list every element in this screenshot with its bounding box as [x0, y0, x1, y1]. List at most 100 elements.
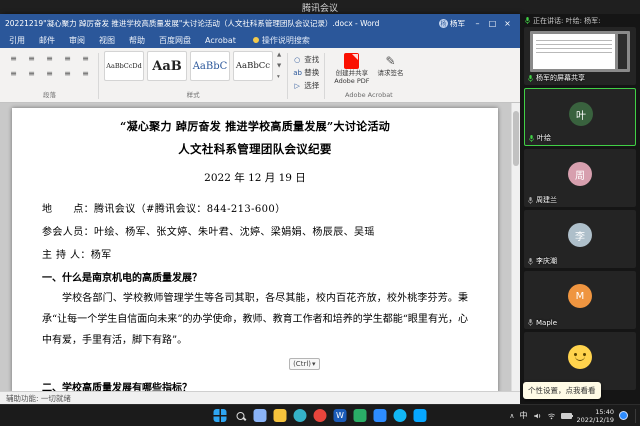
qq-icon[interactable] [394, 409, 407, 422]
group-separator [324, 53, 325, 99]
participant-avatar: M [568, 284, 592, 308]
edge-icon[interactable] [294, 409, 307, 422]
file-explorer-icon[interactable] [274, 409, 287, 422]
lightbulb-icon [253, 37, 259, 43]
gallery-up-icon[interactable]: ▲ [277, 52, 281, 58]
tencent-meeting-icon[interactable] [374, 409, 387, 422]
speaker-icon [527, 74, 534, 83]
document-page[interactable]: “凝心聚力 踔厉奋发 推进学校高质量发展”大讨论活动 人文社科系管理团队会议纪要… [12, 108, 498, 391]
meeting-window-title: 腾讯会议 [302, 1, 338, 14]
numbering-icon[interactable]: ≡ [24, 52, 39, 65]
minimize-button[interactable]: – [470, 19, 485, 28]
tell-me-search[interactable]: 操作说明搜索 [253, 35, 310, 46]
style-sample-heading1[interactable]: AaB [147, 51, 187, 81]
tab-mailings[interactable]: 邮件 [32, 32, 62, 48]
participant-tile-yehui[interactable]: 叶 叶绘 [524, 88, 636, 146]
participant-tile-liqingchao[interactable]: 李 李庆潮 [524, 210, 636, 268]
tab-help[interactable]: 帮助 [122, 32, 152, 48]
personalization-tooltip[interactable]: 个性设置，点我看看 [523, 382, 601, 399]
ime-indicator[interactable]: 中 [520, 410, 528, 421]
align-right-icon[interactable]: ≡ [42, 67, 57, 80]
tab-baidu-netdisk[interactable]: 百度网盘 [152, 32, 198, 48]
participant-avatar: 周 [568, 162, 592, 186]
meeting-panel: 正在讲话: 叶绘: 杨军: 杨军的屏幕共享 叶 [520, 14, 640, 404]
paste-options-button[interactable]: (Ctrl) ▾ [289, 358, 319, 370]
close-button[interactable]: × [500, 19, 515, 28]
mic-icon [527, 318, 534, 327]
participant-avatar: 李 [568, 223, 592, 247]
justify-icon[interactable]: ≡ [60, 67, 75, 80]
doc-paragraph1: 学校各部门、学校教师管理学生等各司其职，各尽其能，校内百花齐放，校外桃李芬芳。秉… [42, 288, 468, 351]
start-button[interactable] [214, 409, 227, 422]
battery-icon[interactable] [561, 413, 572, 419]
signature-pen-icon: ✎ [386, 53, 396, 69]
notification-icon[interactable] [619, 411, 628, 420]
find-button[interactable]: ○ 查找 [293, 54, 319, 65]
speaking-indicator: 正在讲话: 叶绘: 杨军: [520, 14, 640, 27]
align-left-icon[interactable]: ≡ [6, 67, 21, 80]
editing-group: ○ 查找 ab 替换 ▷ 选择 [289, 50, 323, 102]
gallery-more-icon[interactable]: ▾ [277, 74, 281, 80]
multilevel-list-icon[interactable]: ≡ [42, 52, 57, 65]
task-view-icon[interactable] [254, 409, 267, 422]
netdisk-icon[interactable] [414, 409, 427, 422]
participant-label: Maple [527, 318, 557, 327]
align-center-icon[interactable]: ≡ [24, 67, 39, 80]
taskbar-icons: W [214, 405, 427, 426]
word-icon[interactable]: W [334, 409, 347, 422]
participant-avatar: 叶 [569, 102, 593, 126]
ribbon-content: ≡ ≡ ≡ ≡ ≡ ≡ ≡ ≡ ≡ ≡ 段落 AaBbCcDd [0, 48, 520, 103]
select-button[interactable]: ▷ 选择 [293, 80, 319, 91]
restore-button[interactable]: □ [485, 19, 500, 28]
search-icon[interactable] [234, 409, 247, 422]
participant-tile-zhoujianlan[interactable]: 周 周建兰 [524, 149, 636, 207]
replace-button[interactable]: ab 替换 [293, 67, 319, 78]
request-signature-button[interactable]: ✎ 请求签名 [378, 53, 404, 77]
volume-icon[interactable] [533, 412, 542, 420]
word-titlebar[interactable]: 20221219"凝心聚力 踔厉奋发 推进学校高质量发展"大讨论活动（人文社科系… [0, 14, 520, 32]
system-tray: ∧ 中 15:40 2022/12/19 [509, 405, 637, 426]
emoji-avatar [568, 345, 592, 369]
style-sample-title[interactable]: AaBbCc [233, 51, 273, 81]
tray-time: 15:40 [577, 408, 614, 416]
accessibility-status[interactable]: 辅助功能: 一切就绪 [6, 393, 71, 404]
decrease-indent-icon[interactable]: ≡ [60, 52, 75, 65]
vertical-scrollbar[interactable] [511, 103, 520, 391]
style-gallery-arrows: ▲ ▼ ▾ [276, 51, 282, 81]
doc-attendees: 参会人员：叶绘、杨军、张文婷、朱叶君、沈婷、梁娟娟、杨辰辰、吴瑶 [42, 223, 468, 238]
gallery-down-icon[interactable]: ▼ [277, 63, 281, 69]
line-spacing-icon[interactable]: ≡ [78, 67, 93, 80]
tab-acrobat[interactable]: Acrobat [198, 32, 243, 48]
participant-label: 周建兰 [527, 195, 557, 205]
account-chip[interactable]: 杨 杨军 [439, 18, 465, 29]
browser-icon[interactable] [314, 409, 327, 422]
user-avatar: 杨 [439, 19, 448, 28]
participant-tile-screenshare[interactable]: 杨军的屏幕共享 [524, 27, 636, 85]
styles-group-label: 样式 [104, 88, 282, 101]
ribbon-tabs: 引用 邮件 审阅 视图 帮助 百度网盘 Acrobat 操作说明搜索 [0, 32, 520, 48]
document-area: “凝心聚力 踔厉奋发 推进学校高质量发展”大讨论活动 人文社科系管理团队会议纪要… [0, 103, 520, 391]
tab-review[interactable]: 审阅 [62, 32, 92, 48]
style-sample-normal[interactable]: AaBbCcDd [104, 51, 144, 81]
style-sample-heading2[interactable]: AaBbC [190, 51, 230, 81]
participant-label: 叶绘 [528, 133, 551, 143]
tab-references[interactable]: 引用 [2, 32, 32, 48]
network-icon[interactable] [547, 412, 556, 420]
select-icon: ▷ [293, 82, 301, 90]
doc-date: 2022 年 12 月 19 日 [42, 170, 468, 185]
increase-indent-icon[interactable]: ≡ [78, 52, 93, 65]
tray-date: 2022/12/19 [577, 416, 614, 424]
wechat-icon[interactable] [354, 409, 367, 422]
acrobat-pdf-icon [344, 53, 359, 69]
bullets-icon[interactable]: ≡ [6, 52, 21, 65]
tab-view[interactable]: 视图 [92, 32, 122, 48]
paste-dropdown-icon: ▾ [312, 360, 316, 368]
participant-label: 杨军的屏幕共享 [527, 73, 585, 83]
clock[interactable]: 15:40 2022/12/19 [577, 408, 614, 424]
show-desktop-button[interactable] [635, 409, 637, 423]
group-separator [287, 53, 288, 99]
tray-chevron-icon[interactable]: ∧ [509, 412, 514, 420]
scrollbar-thumb[interactable] [513, 111, 519, 166]
participant-tile-maple[interactable]: M Maple [524, 271, 636, 329]
create-share-pdf-button[interactable]: 创建并共享 Adobe PDF [334, 53, 369, 85]
